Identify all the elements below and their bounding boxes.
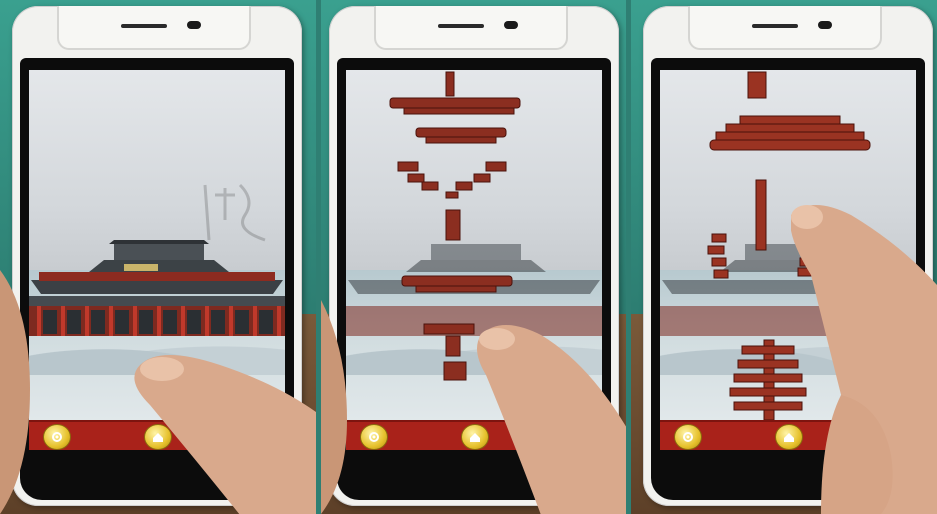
speaker [121, 24, 167, 28]
finger-hand [477, 325, 626, 514]
thumb-right [821, 395, 893, 514]
palace-hall [29, 240, 285, 336]
front-camera [187, 21, 201, 29]
front-camera [818, 21, 832, 29]
gear-icon [52, 432, 62, 442]
speaker [438, 24, 484, 28]
gear-icon [369, 432, 379, 442]
settings-button[interactable] [43, 424, 71, 450]
rotating-camera [374, 6, 568, 50]
rotating-camera [688, 6, 882, 50]
panel-1 [0, 0, 316, 514]
panel-3 [631, 0, 937, 514]
rotating-camera [57, 6, 251, 50]
panel-2 [321, 0, 626, 514]
gear-icon [683, 432, 693, 442]
settings-button[interactable] [360, 424, 388, 450]
finger-hand [134, 355, 316, 514]
thumb-left [321, 300, 347, 514]
speaker [752, 24, 798, 28]
settings-button[interactable] [674, 424, 702, 450]
thumb-left [0, 270, 30, 514]
front-camera [504, 21, 518, 29]
